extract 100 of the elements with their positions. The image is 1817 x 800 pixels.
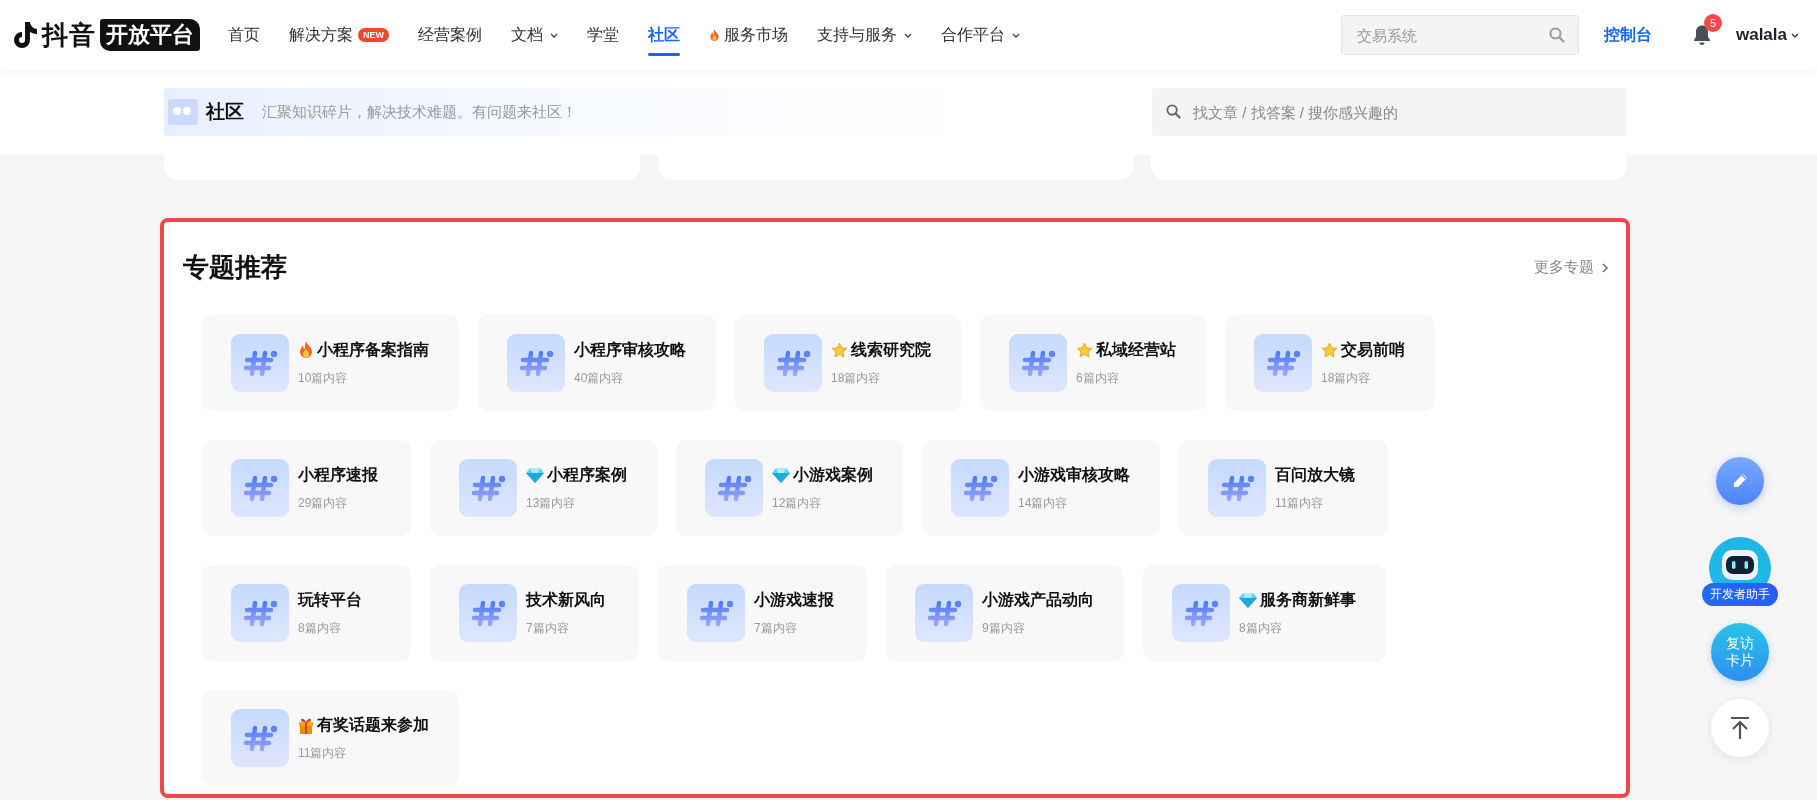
nav-link[interactable]: 学堂 (587, 0, 619, 70)
console-link[interactable]: 控制台 (1603, 24, 1652, 46)
hashtag-icon (687, 584, 745, 642)
topic-card[interactable]: 小游戏审核攻略 14篇内容 (922, 440, 1160, 536)
topic-card[interactable]: 小程序速报 29篇内容 (202, 440, 411, 536)
search-field[interactable]: 交易系统 (1340, 15, 1579, 55)
section-subtitle: 汇聚知识碎片，解决技术难题。有问题来社区！ (262, 102, 577, 122)
nav-link[interactable]: 解决方案 NEW (289, 0, 389, 70)
topic-title: 玩转平台 (298, 589, 362, 610)
topic-card[interactable]: 服务商新鲜事 8篇内容 (1143, 565, 1386, 661)
arrow-up-icon (1729, 716, 1751, 740)
topic-card[interactable]: 玩转平台 8篇内容 (202, 565, 411, 661)
edit-button[interactable] (1716, 457, 1764, 505)
topic-card[interactable]: 小程序审核攻略 40篇内容 (478, 315, 716, 411)
nav-link[interactable]: 服务市场 (709, 0, 788, 70)
topic-count: 18篇内容 (1321, 369, 1372, 387)
topic-count: 7篇内容 (526, 619, 570, 637)
topic-title: 技术新风向 (526, 589, 606, 610)
diamond-icon (1239, 592, 1257, 608)
hashtag-icon (231, 584, 289, 642)
hashtag-icon (231, 459, 289, 517)
hashtag-icon (1009, 334, 1067, 392)
topic-count: 11篇内容 (1275, 494, 1325, 512)
topic-title: 小程序审核攻略 (574, 339, 686, 360)
hashtag-icon (705, 459, 763, 517)
topic-count: 6篇内容 (1076, 369, 1120, 387)
topic-count: 10篇内容 (298, 369, 349, 387)
topic-title: 小程序案例 (526, 464, 627, 486)
topic-card[interactable]: 小程序备案指南 10篇内容 (202, 315, 459, 411)
topic-title: 百问放大镜 (1275, 464, 1355, 485)
nav-link[interactable]: 支持与服务 (817, 0, 912, 70)
nav-link[interactable]: 合作平台 (941, 0, 1020, 70)
assistant-button[interactable]: 开发者助手 (1702, 583, 1778, 606)
topic-count: 13篇内容 (526, 494, 577, 512)
topic-card[interactable]: 线索研究院 18篇内容 (735, 315, 961, 411)
topic-card[interactable]: 私域经营站 6篇内容 (980, 315, 1206, 411)
diamond-icon (526, 467, 544, 483)
search-field[interactable]: 找文章 / 找答案 / 搜你感兴趣的 (1152, 88, 1627, 136)
hashtag-icon (459, 459, 517, 517)
topic-count: 11篇内容 (298, 744, 348, 762)
nav-link[interactable]: 文档 (511, 0, 558, 70)
hashtag-icon (915, 584, 973, 642)
hashtag-icon (764, 334, 822, 392)
topic-count: 40篇内容 (574, 369, 625, 387)
user-menu[interactable]: walala (1735, 25, 1799, 45)
hashtag-icon (459, 584, 517, 642)
bubble-graphic-icon (168, 99, 198, 125)
topic-count: 18篇内容 (831, 369, 882, 387)
star-icon (1321, 341, 1338, 359)
topic-title: 有奖话题来参加 (298, 714, 429, 736)
hashtag-icon (1172, 584, 1230, 642)
chevron-down-icon (1012, 32, 1020, 38)
star-icon (831, 341, 848, 359)
hashtag-icon (1254, 334, 1312, 392)
topic-title: 小游戏审核攻略 (1018, 464, 1130, 485)
topic-count: 29篇内容 (298, 494, 349, 512)
star-icon (1076, 341, 1093, 359)
hashtag-icon (951, 459, 1009, 517)
topic-title: 小程序备案指南 (298, 339, 429, 361)
topic-title: 小程序速报 (298, 464, 378, 485)
hashtag-icon (1208, 459, 1266, 517)
diamond-icon (772, 467, 790, 483)
more-link[interactable]: 更多专题 (1534, 258, 1608, 277)
fire-icon (298, 341, 314, 359)
topic-title: 交易前哨 (1321, 339, 1405, 361)
topic-card[interactable]: 百问放大镜 11篇内容 (1179, 440, 1388, 536)
topic-card[interactable]: 交易前哨 18篇内容 (1225, 315, 1435, 411)
music-note-icon (12, 21, 38, 49)
nav-link[interactable]: 首页 (228, 0, 260, 70)
bell-icon (1691, 24, 1712, 46)
topic-title: 小游戏速报 (754, 589, 834, 610)
topic-count: 8篇内容 (298, 619, 342, 637)
logo-badge: 开放平台 (100, 19, 200, 51)
topic-title: 小游戏案例 (772, 464, 873, 486)
chevron-down-icon (1791, 32, 1799, 38)
nav-link[interactable]: 社区 (648, 0, 680, 70)
topic-card[interactable]: 技术新风向 7篇内容 (430, 565, 639, 661)
topic-count: 14篇内容 (1018, 494, 1069, 512)
chevron-down-icon (550, 32, 558, 38)
topic-title: 线索研究院 (831, 339, 931, 361)
topic-card[interactable]: 小游戏案例 12篇内容 (676, 440, 903, 536)
fire-icon (709, 28, 720, 42)
topic-card[interactable]: 有奖话题来参加 11篇内容 (202, 690, 459, 786)
topic-card[interactable]: 小游戏产品动向 9篇内容 (886, 565, 1124, 661)
topic-count: 7篇内容 (754, 619, 798, 637)
search-icon (1548, 27, 1565, 43)
topic-title: 小游戏产品动向 (982, 589, 1094, 610)
nav-link[interactable]: 经营案例 (418, 0, 482, 70)
new-badge: NEW (358, 28, 389, 42)
panel-title: 专题推荐 (183, 251, 287, 284)
pencil-icon (1731, 472, 1749, 490)
notification-count: 5 (1703, 14, 1722, 32)
chevron-right-icon (1602, 262, 1608, 273)
hashtag-icon (507, 334, 565, 392)
topic-card[interactable]: 小程序案例 13篇内容 (430, 440, 657, 536)
chevron-down-icon (904, 32, 912, 38)
topic-card[interactable]: 小游戏速报 7篇内容 (658, 565, 867, 661)
hashtag-icon (231, 709, 289, 767)
topic-count: 9篇内容 (982, 619, 1026, 637)
topic-count: 12篇内容 (772, 494, 823, 512)
